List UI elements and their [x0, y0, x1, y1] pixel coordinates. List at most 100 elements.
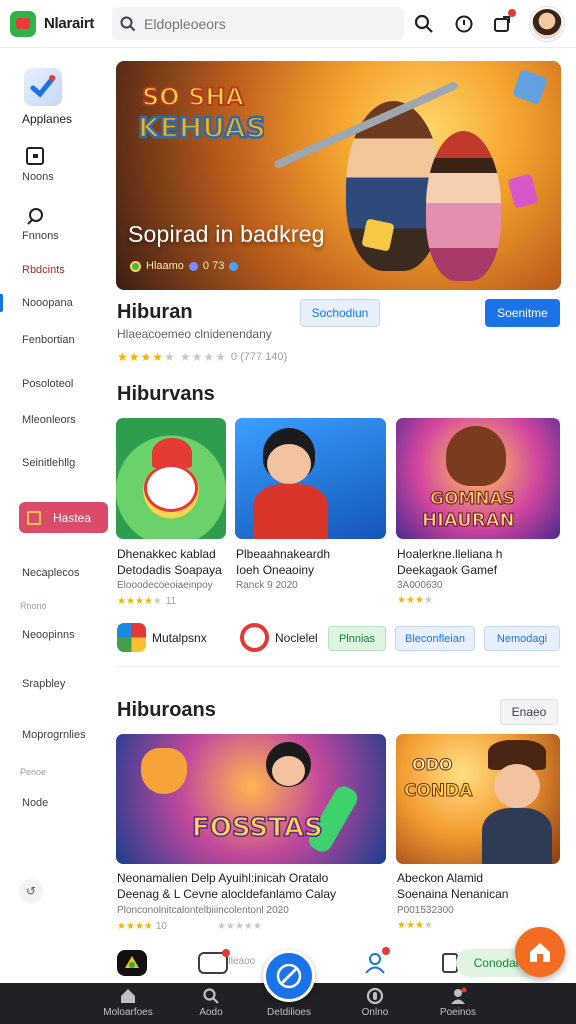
card-title-line: Detodadis Soapaya	[117, 563, 222, 577]
inbox-icon[interactable]	[198, 949, 230, 974]
nav-label: Onlno	[361, 1007, 389, 1018]
sidebar-item-11[interactable]: Moprogrnlies	[22, 729, 86, 741]
game-card-thumbnail[interactable]	[116, 418, 226, 539]
sidebar-item-12[interactable]: Node	[22, 797, 48, 809]
card-title[interactable]: Dhenakkec kablad Detodadis Soapaya	[117, 546, 229, 578]
app-rating: ★ ★ ★ ★ ★ ★ ★ ★ ★ 0 (777 140)	[117, 351, 287, 363]
card-title-line: Dhenakkec kablad	[117, 547, 216, 561]
nav-item-online[interactable]: Onlno	[335, 987, 415, 1018]
card-title-line: Deenag & L Cevne alocldefanlamo Calay	[117, 887, 337, 901]
app-title: Hiburan	[117, 301, 193, 323]
filter-chip[interactable]: Plnnias	[328, 626, 386, 651]
center-action-button[interactable]	[263, 950, 315, 1002]
game-card-thumbnail[interactable]: ODO CONDA	[396, 734, 560, 864]
card-title[interactable]: Hoalerkne.lleliana h Deekagaok Gamef	[397, 546, 562, 578]
nav-item-home[interactable]: Moloarfoes	[88, 987, 168, 1018]
card-title[interactable]: Abeckon Alamid Soenaina Nenanican	[397, 870, 562, 902]
sidebar-item-9[interactable]: Neoopinns	[22, 629, 75, 641]
card-logo-text: FOSSTAS	[192, 813, 323, 843]
see-more-button[interactable]: Enaeo	[500, 699, 558, 725]
nav-label: Poeinos	[439, 1007, 477, 1018]
mascot-face	[144, 464, 198, 512]
character-face	[272, 756, 305, 786]
developer-icon	[130, 260, 141, 272]
card-subtitle: 3A000630	[397, 580, 443, 591]
card-rating: ★ ★ ★ ★ ★ 11	[117, 596, 176, 607]
sidebar-item-8[interactable]: Necaplecos	[22, 567, 79, 579]
search-icon	[203, 988, 219, 1004]
floating-cube	[361, 218, 395, 252]
sidebar-item-4[interactable]: Fenbortian	[22, 334, 75, 346]
sidebar-item-5[interactable]: Posoloteol	[22, 378, 73, 390]
card-rating: ★ ★ ★ ★	[397, 921, 433, 931]
nav-item-center[interactable]: Detdilioes	[249, 1007, 329, 1018]
game-card-thumbnail[interactable]	[235, 418, 386, 539]
card-title-line: Hoalerkne.lleliana h	[397, 547, 503, 561]
primary-action-button[interactable]: Soenitme	[485, 299, 560, 327]
star-icon: ★	[225, 920, 235, 932]
sidebar-app-icon[interactable]	[24, 68, 62, 106]
star-icon: ★	[128, 350, 140, 364]
floating-action-button[interactable]	[515, 927, 565, 977]
clip-icon[interactable]	[25, 206, 45, 226]
sidebar-item-6[interactable]: Mleonleors	[22, 414, 76, 426]
star-icon: ★	[134, 595, 144, 607]
filter-chip[interactable]: Bleconfleian	[395, 626, 475, 651]
nav-item-search[interactable]: Aodo	[171, 987, 251, 1018]
sidebar-faint-label: Rnono	[20, 601, 47, 611]
nav-item-profile[interactable]: Poeinos	[418, 987, 498, 1018]
compass-icon	[276, 963, 302, 989]
star-icon: ★	[117, 350, 128, 364]
search-input[interactable]	[144, 15, 384, 32]
sidebar-item-2[interactable]: Rbdcints	[22, 264, 65, 276]
search-icon[interactable]	[412, 12, 436, 36]
star-icon: ★	[164, 350, 175, 364]
sidebar-item-1[interactable]: Fnnons	[22, 230, 59, 242]
search-icon	[120, 16, 136, 31]
sidebar: Applanes Noons Fnnons Rbdcints Nooopana …	[0, 50, 112, 980]
card-title[interactable]: Neonamalien Delp Ayuihl:inicah Oratalo De…	[117, 870, 389, 902]
floating-gem	[512, 69, 548, 105]
game-card-thumbnail[interactable]: FOSSTAS	[116, 734, 386, 864]
sidebar-item-7[interactable]: Seinitlehllg	[22, 457, 75, 469]
card-title-line: Ioeh Oneaoiny	[236, 563, 315, 577]
section-divider	[117, 666, 559, 667]
hero-banner[interactable]: SO SHA KEHUAS Sopirad in badkreg Hlaamo …	[116, 61, 561, 290]
star-icon: ★	[405, 920, 415, 931]
mini-app-link[interactable]: Noclelel	[240, 623, 318, 652]
sidebar-active-pill[interactable]: Hastea	[19, 502, 108, 533]
character-face	[267, 444, 311, 484]
logo-line-2: KEHUAS	[138, 111, 264, 144]
card-subtitle: Plonconolnitcalontelbiiincolentonl 2020	[117, 905, 289, 916]
card-title[interactable]: Plbeaahnakeardh Ioeh Oneaoiny	[236, 546, 388, 578]
game-card-thumbnail[interactable]: GOMNAS HIAURAN	[396, 418, 560, 539]
star-icon: ★	[243, 920, 253, 932]
rating-count: 0 (777 140)	[230, 351, 288, 363]
sidebar-pill-label: Hastea	[53, 510, 92, 525]
card-subtitle: Ranck 9 2020	[236, 580, 298, 591]
people-icon[interactable]	[362, 947, 390, 976]
collapse-sidebar-icon[interactable]: ↺	[19, 879, 43, 903]
sidebar-item-10[interactable]: Srapbley	[22, 678, 65, 690]
search-bar[interactable]	[112, 7, 404, 40]
nav-label: Moloarfoes	[103, 1007, 153, 1018]
card-logo-line-2: HIAURAN	[422, 510, 515, 531]
mini-app-link[interactable]: Mutalpsnx	[117, 623, 207, 652]
game-card-logo: GOMNAS HIAURAN	[421, 488, 515, 531]
star-icon: ★	[117, 920, 126, 932]
secondary-action-button[interactable]: Sochodiun	[300, 299, 380, 327]
user-avatar[interactable]	[530, 7, 564, 41]
app-logo-icon[interactable]	[10, 10, 36, 37]
share-icon[interactable]	[490, 9, 516, 36]
sidebar-item-3[interactable]: Nooopana	[22, 297, 73, 309]
home-icon	[530, 943, 550, 962]
inbox-icon[interactable]	[25, 146, 45, 166]
app-dock-icon[interactable]	[117, 950, 147, 976]
sidebar-item-0[interactable]: Noons	[22, 171, 54, 183]
dock-label: Ileaoo	[228, 956, 256, 967]
alarm-icon[interactable]	[452, 12, 476, 36]
star-icon: ★	[134, 920, 144, 932]
sidebar-app-label[interactable]: Applanes	[22, 112, 72, 126]
star-icon: ★	[234, 920, 244, 932]
filter-chip[interactable]: Nemodagi	[484, 626, 560, 651]
